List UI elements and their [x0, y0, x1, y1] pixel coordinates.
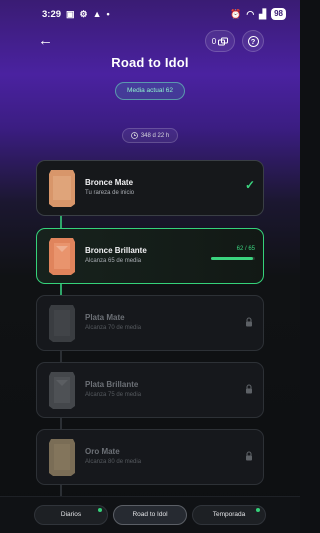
- status-bar: 3:29 ▣ ⚙ ▲ • ⏰ ◠ ▟ 98: [0, 0, 300, 28]
- tier-card-oro-mate[interactable]: Oro Mate Alcanza 80 de media: [36, 429, 264, 485]
- help-button[interactable]: ?: [242, 30, 264, 52]
- dot-icon: •: [106, 8, 110, 19]
- card-badge-icon: [47, 303, 77, 343]
- tab-label: Road to Idol: [132, 511, 168, 518]
- coins-icon: [218, 37, 229, 45]
- notification-dot-icon: [98, 508, 102, 512]
- tier-name: Bronce Brillante: [85, 246, 147, 255]
- tier-subtitle: Tu rareza de inicio: [85, 190, 135, 196]
- clock-icon: [130, 132, 138, 139]
- coins-count: 0: [211, 36, 217, 46]
- notification-dot-icon: [256, 508, 260, 512]
- page-title: Road to Idol: [111, 55, 189, 70]
- tab-label: Temporada: [212, 511, 246, 518]
- game-notification-icon: ⚙: [79, 8, 88, 19]
- back-arrow-icon[interactable]: ←: [38, 32, 58, 50]
- tier-name: Plata Mate: [85, 313, 125, 322]
- tier-subtitle: Alcanza 70 de media: [85, 325, 142, 331]
- average-badge: Media actual 62: [115, 82, 185, 100]
- bottom-nav: Diarios Road to Idol Temporada: [0, 496, 300, 533]
- tab-diarios[interactable]: Diarios: [34, 505, 108, 525]
- alarm-icon: ⏰: [230, 8, 242, 19]
- tab-temporada[interactable]: Temporada: [192, 505, 266, 525]
- question-icon: ?: [247, 35, 259, 47]
- tier-card-plata-brillante[interactable]: Plata Brillante Alcanza 75 de media: [36, 362, 264, 418]
- top-bar: ← 0 ?: [0, 28, 300, 54]
- tier-subtitle: Alcanza 80 de media: [85, 459, 142, 465]
- app-notification-icon: ▣: [66, 8, 75, 19]
- tier-name: Plata Brillante: [85, 380, 139, 389]
- coins-button[interactable]: 0: [205, 30, 235, 52]
- tier-name: Bronce Mate: [85, 178, 134, 187]
- tier-card-bronce-mate[interactable]: Bronce Mate Tu rareza de inicio ✓: [36, 160, 264, 216]
- tab-label: Diarios: [60, 511, 82, 518]
- tier-name: Oro Mate: [85, 447, 120, 456]
- tier-card-bronce-brillante[interactable]: Bronce Brillante Alcanza 65 de media 62 …: [36, 228, 264, 284]
- lock-icon: [246, 384, 252, 394]
- progress-fill: [211, 257, 253, 260]
- card-badge-icon: [47, 168, 77, 208]
- tier-subtitle: Alcanza 65 de media: [85, 258, 142, 264]
- check-icon: ✓: [244, 178, 255, 192]
- card-badge-icon: [47, 370, 77, 410]
- signal-icon: ▟: [259, 8, 267, 19]
- tier-card-plata-mate[interactable]: Plata Mate Alcanza 70 de media: [36, 295, 264, 351]
- progress-text: 62 / 65: [236, 246, 255, 252]
- lock-icon: [246, 317, 252, 327]
- status-time: 3:29: [42, 8, 62, 20]
- alert-icon: ▲: [92, 8, 102, 19]
- card-badge-icon: [47, 236, 77, 276]
- wifi-icon: ◠: [246, 8, 255, 19]
- progress-bar: [211, 257, 255, 260]
- tier-subtitle: Alcanza 75 de media: [85, 392, 142, 398]
- battery-indicator: 98: [271, 8, 286, 20]
- lock-icon: [246, 451, 252, 461]
- time-remaining-badge: 348 d 22 h: [122, 128, 178, 143]
- time-remaining: 348 d 22 h: [140, 132, 170, 139]
- card-badge-icon: [47, 437, 77, 477]
- tab-road-to-idol[interactable]: Road to Idol: [113, 505, 187, 525]
